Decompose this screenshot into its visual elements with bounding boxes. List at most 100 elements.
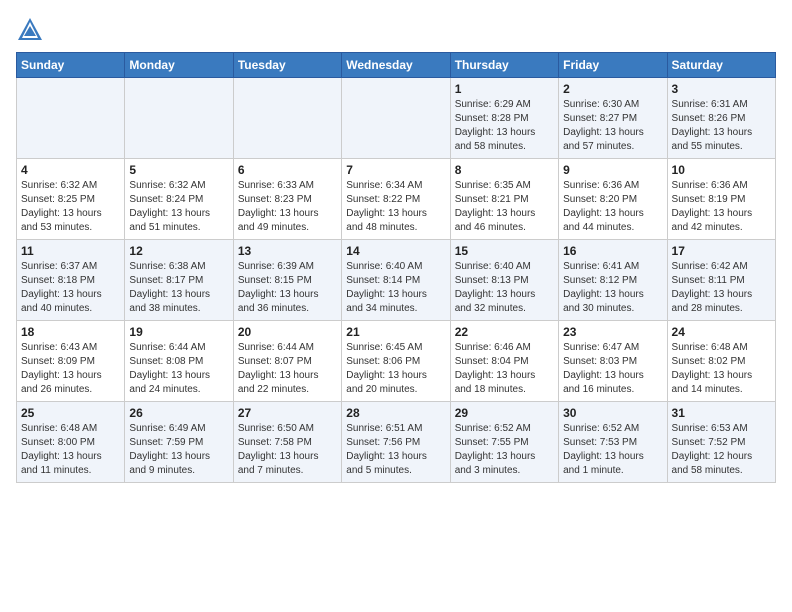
calendar-cell: 3Sunrise: 6:31 AMSunset: 8:26 PMDaylight… [667,78,775,159]
day-info: Sunrise: 6:50 AMSunset: 7:58 PMDaylight:… [238,422,337,478]
day-info: Sunrise: 6:31 AMSunset: 8:26 PMDaylight:… [672,98,771,154]
calendar-cell: 8 Sunrise: 6:35 AMSunset: 8:21 PMDaylight… [450,159,558,240]
calendar-cell: 31 Sunrise: 6:53 AMSunset: 7:52 PMDayligh… [667,402,775,483]
calendar-cell [342,78,450,159]
calendar-cell: 17 Sunrise: 6:42 AMSunset: 8:11 PMDayligh… [667,240,775,321]
calendar-week-3: 11 Sunrise: 6:37 AMSunset: 8:18 PMDayligh… [17,240,776,321]
calendar-cell: 18Sunrise: 6:43 AMSunset: 8:09 PMDayligh… [17,321,125,402]
day-number: 21 [346,325,445,339]
logo [16,16,48,44]
day-info: Sunrise: 6:49 AMSunset: 7:59 PMDaylight:… [129,422,228,478]
calendar-cell: 12 Sunrise: 6:38 AMSunset: 8:17 PMDayligh… [125,240,233,321]
day-info: Sunrise: 6:36 AMSunset: 8:19 PMDaylight:… [672,179,771,235]
day-number: 2 [563,82,662,96]
calendar-week-5: 25Sunrise: 6:48 AMSunset: 8:00 PMDayligh… [17,402,776,483]
day-number: 11 [21,244,120,258]
day-info: Sunrise: 6:44 AMSunset: 8:08 PMDaylight:… [129,341,228,397]
calendar-cell: 16 Sunrise: 6:41 AMSunset: 8:12 PMDayligh… [559,240,667,321]
day-info: Sunrise: 6:36 AMSunset: 8:20 PMDaylight:… [563,179,662,235]
day-info: Sunrise: 6:43 AMSunset: 8:09 PMDaylight:… [21,341,120,397]
calendar-cell: 19Sunrise: 6:44 AMSunset: 8:08 PMDayligh… [125,321,233,402]
calendar-week-1: 1 Sunrise: 6:29 AMSunset: 8:28 PMDaylight… [17,78,776,159]
day-number: 12 [129,244,228,258]
day-info: Sunrise: 6:40 AMSunset: 8:14 PMDaylight:… [346,260,445,316]
day-number: 24 [672,325,771,339]
day-number: 1 [455,82,554,96]
calendar-cell: 23Sunrise: 6:47 AMSunset: 8:03 PMDayligh… [559,321,667,402]
day-info: Sunrise: 6:44 AMSunset: 8:07 PMDaylight:… [238,341,337,397]
day-info: Sunrise: 6:35 AMSunset: 8:21 PMDaylight:… [455,179,554,235]
header-day-wednesday: Wednesday [342,53,450,78]
calendar-cell: 5 Sunrise: 6:32 AMSunset: 8:24 PMDaylight… [125,159,233,240]
calendar-cell: 15 Sunrise: 6:40 AMSunset: 8:13 PMDayligh… [450,240,558,321]
day-info: Sunrise: 6:32 AMSunset: 8:25 PMDaylight:… [21,179,120,235]
day-info: Sunrise: 6:46 AMSunset: 8:04 PMDaylight:… [455,341,554,397]
calendar-cell: 13 Sunrise: 6:39 AMSunset: 8:15 PMDayligh… [233,240,341,321]
day-info: Sunrise: 6:37 AMSunset: 8:18 PMDaylight:… [21,260,120,316]
calendar-cell: 21 Sunrise: 6:45 AMSunset: 8:06 PMDayligh… [342,321,450,402]
calendar-cell: 10 Sunrise: 6:36 AMSunset: 8:19 PMDayligh… [667,159,775,240]
calendar-cell: 26 Sunrise: 6:49 AMSunset: 7:59 PMDayligh… [125,402,233,483]
calendar-cell: 2 Sunrise: 6:30 AMSunset: 8:27 PMDaylight… [559,78,667,159]
day-number: 31 [672,406,771,420]
header-day-friday: Friday [559,53,667,78]
day-info: Sunrise: 6:32 AMSunset: 8:24 PMDaylight:… [129,179,228,235]
calendar-cell: 29 Sunrise: 6:52 AMSunset: 7:55 PMDayligh… [450,402,558,483]
day-number: 6 [238,163,337,177]
day-info: Sunrise: 6:42 AMSunset: 8:11 PMDaylight:… [672,260,771,316]
calendar-cell: 28 Sunrise: 6:51 AMSunset: 7:56 PMDayligh… [342,402,450,483]
page-header [16,16,776,44]
calendar-header: SundayMondayTuesdayWednesdayThursdayFrid… [17,53,776,78]
day-number: 13 [238,244,337,258]
day-number: 16 [563,244,662,258]
day-number: 29 [455,406,554,420]
day-number: 10 [672,163,771,177]
calendar-cell: 4 Sunrise: 6:32 AMSunset: 8:25 PMDaylight… [17,159,125,240]
day-number: 22 [455,325,554,339]
day-info: Sunrise: 6:30 AMSunset: 8:27 PMDaylight:… [563,98,662,154]
calendar-cell: 7Sunrise: 6:34 AMSunset: 8:22 PMDaylight… [342,159,450,240]
calendar-cell: 30 Sunrise: 6:52 AMSunset: 7:53 PMDayligh… [559,402,667,483]
day-info: Sunrise: 6:52 AMSunset: 7:55 PMDaylight:… [455,422,554,478]
logo-icon [16,16,44,44]
day-info: Sunrise: 6:29 AMSunset: 8:28 PMDaylight:… [455,98,554,154]
day-number: 20 [238,325,337,339]
day-number: 9 [563,163,662,177]
calendar-body: 1 Sunrise: 6:29 AMSunset: 8:28 PMDaylight… [17,78,776,483]
header-day-tuesday: Tuesday [233,53,341,78]
day-info: Sunrise: 6:45 AMSunset: 8:06 PMDaylight:… [346,341,445,397]
calendar-cell: 9 Sunrise: 6:36 AMSunset: 8:20 PMDaylight… [559,159,667,240]
calendar-cell: 22 Sunrise: 6:46 AMSunset: 8:04 PMDayligh… [450,321,558,402]
day-number: 26 [129,406,228,420]
day-info: Sunrise: 6:53 AMSunset: 7:52 PMDaylight:… [672,422,771,478]
day-info: Sunrise: 6:41 AMSunset: 8:12 PMDaylight:… [563,260,662,316]
day-info: Sunrise: 6:40 AMSunset: 8:13 PMDaylight:… [455,260,554,316]
day-info: Sunrise: 6:48 AMSunset: 8:00 PMDaylight:… [21,422,120,478]
day-info: Sunrise: 6:48 AMSunset: 8:02 PMDaylight:… [672,341,771,397]
day-number: 23 [563,325,662,339]
calendar-cell [233,78,341,159]
header-day-sunday: Sunday [17,53,125,78]
calendar-cell: 24 Sunrise: 6:48 AMSunset: 8:02 PMDayligh… [667,321,775,402]
calendar-cell [17,78,125,159]
day-number: 8 [455,163,554,177]
day-number: 15 [455,244,554,258]
day-number: 5 [129,163,228,177]
calendar-cell: 6 Sunrise: 6:33 AMSunset: 8:23 PMDaylight… [233,159,341,240]
calendar-table: SundayMondayTuesdayWednesdayThursdayFrid… [16,52,776,483]
day-number: 17 [672,244,771,258]
calendar-cell: 20 Sunrise: 6:44 AMSunset: 8:07 PMDayligh… [233,321,341,402]
day-info: Sunrise: 6:52 AMSunset: 7:53 PMDaylight:… [563,422,662,478]
calendar-week-2: 4 Sunrise: 6:32 AMSunset: 8:25 PMDaylight… [17,159,776,240]
header-day-thursday: Thursday [450,53,558,78]
day-info: Sunrise: 6:38 AMSunset: 8:17 PMDaylight:… [129,260,228,316]
day-number: 4 [21,163,120,177]
day-info: Sunrise: 6:51 AMSunset: 7:56 PMDaylight:… [346,422,445,478]
day-info: Sunrise: 6:33 AMSunset: 8:23 PMDaylight:… [238,179,337,235]
day-number: 28 [346,406,445,420]
header-row: SundayMondayTuesdayWednesdayThursdayFrid… [17,53,776,78]
header-day-saturday: Saturday [667,53,775,78]
day-info: Sunrise: 6:39 AMSunset: 8:15 PMDaylight:… [238,260,337,316]
day-number: 14 [346,244,445,258]
day-number: 30 [563,406,662,420]
